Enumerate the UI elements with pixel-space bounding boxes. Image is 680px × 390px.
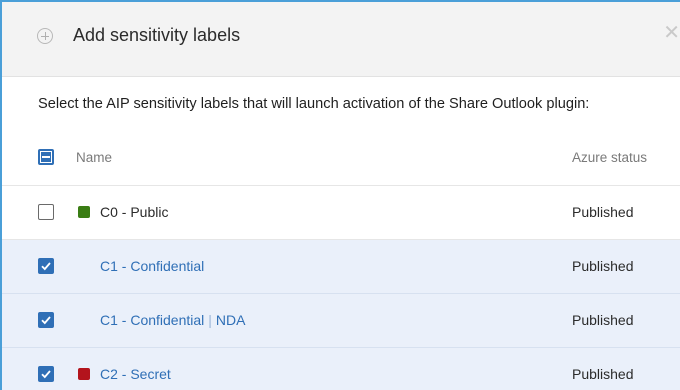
table-row[interactable]: C0 - Public Published <box>2 186 680 240</box>
select-all-checkbox[interactable] <box>38 149 54 165</box>
row-checkbox[interactable] <box>38 366 54 382</box>
table-row[interactable]: C2 - Secret Published <box>2 348 680 390</box>
label-sublabel-name: NDA <box>215 312 246 328</box>
azure-status: Published <box>572 366 634 382</box>
checkmark-icon <box>41 262 51 271</box>
row-checkbox[interactable] <box>38 258 54 274</box>
instruction-text: Select the AIP sensitivity labels that w… <box>38 96 590 112</box>
label-color-swatch <box>78 206 90 218</box>
table-row[interactable]: C1 - Confidential | NDA Published <box>2 294 680 348</box>
dialog-title: Add sensitivity labels <box>73 25 241 45</box>
close-icon[interactable]: ✕ <box>663 23 680 43</box>
label-parent-name: C1 - Confidential <box>100 312 205 328</box>
label-name: C0 - Public <box>100 204 169 220</box>
plus-circle-icon <box>37 28 53 44</box>
label-separator: | <box>208 312 212 328</box>
label-name[interactable]: C2 - Secret <box>100 366 171 382</box>
row-checkbox[interactable] <box>38 204 54 220</box>
label-color-swatch <box>78 368 90 380</box>
checkmark-icon <box>41 316 51 325</box>
column-header-azure-status: Azure status <box>572 150 648 165</box>
row-checkbox[interactable] <box>38 312 54 328</box>
azure-status: Published <box>572 204 634 220</box>
table-header-row: Name Azure status <box>2 132 680 186</box>
label-name[interactable]: C1 - Confidential <box>100 258 204 274</box>
azure-status: Published <box>572 258 634 274</box>
column-header-name: Name <box>76 150 113 165</box>
azure-status: Published <box>572 312 634 328</box>
checkmark-icon <box>41 370 51 379</box>
label-name[interactable]: C1 - Confidential | NDA <box>100 312 245 328</box>
table-row[interactable]: C1 - Confidential Published <box>2 240 680 294</box>
dialog-header: Add sensitivity labels ✕ <box>2 2 680 77</box>
add-sensitivity-labels-dialog: Add sensitivity labels ✕ Select the AIP … <box>0 0 680 390</box>
